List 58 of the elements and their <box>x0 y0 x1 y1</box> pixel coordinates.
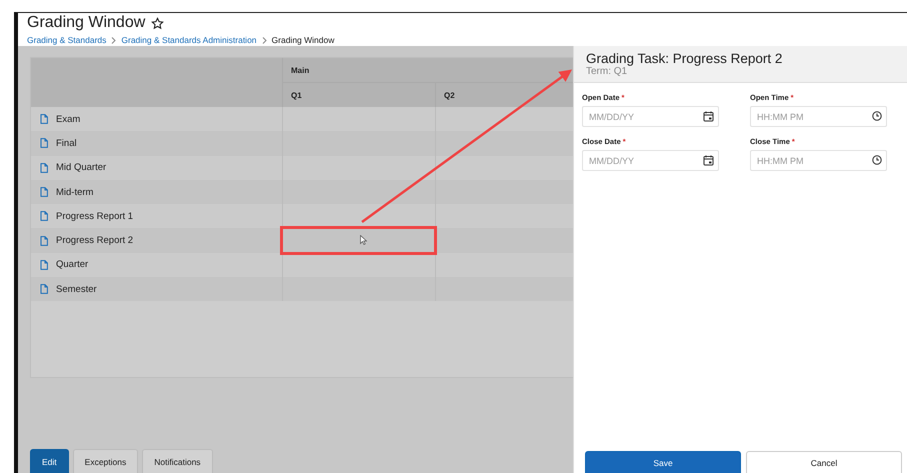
cancel-button[interactable]: Cancel <box>746 451 902 473</box>
grading-task-row[interactable]: Semester <box>31 277 282 302</box>
task-name: Progress Report 2 <box>56 235 134 246</box>
breadcrumb-link[interactable]: Grading & Standards <box>27 35 106 45</box>
document-icon <box>40 236 48 246</box>
calendar-icon[interactable] <box>703 155 714 166</box>
panel-subtitle: Term: Q1 <box>586 66 628 78</box>
page-title: Grading Window <box>27 14 146 32</box>
document-icon <box>40 284 48 294</box>
time-field[interactable]: HH:MM PM <box>750 106 887 127</box>
table-cell[interactable] <box>282 156 435 180</box>
task-name: Final <box>56 138 77 149</box>
document-icon <box>40 211 48 222</box>
grading-task-row[interactable]: Progress Report 2 <box>31 228 282 253</box>
calendar-icon[interactable] <box>703 111 714 122</box>
table-cell[interactable] <box>435 107 573 132</box>
column-header: Q1 <box>282 83 435 107</box>
table-cell[interactable] <box>435 277 573 302</box>
breadcrumb-link[interactable]: Grading & Standards Administration <box>121 35 257 45</box>
task-name: Quarter <box>56 259 88 270</box>
task-name: Mid Quarter <box>56 162 106 174</box>
task-name: Mid-term <box>56 186 94 198</box>
highlighted-table-cell[interactable] <box>282 228 435 253</box>
chevron-right-icon <box>111 36 116 44</box>
tab[interactable]: Edit <box>30 449 69 473</box>
table-cell[interactable] <box>282 107 435 132</box>
table-cell[interactable] <box>435 131 573 156</box>
document-icon <box>40 260 48 270</box>
document-icon <box>40 162 48 173</box>
date-field[interactable]: MM/DD/YY <box>582 150 719 171</box>
table-cell[interactable] <box>435 204 573 228</box>
date-field[interactable]: MM/DD/YY <box>582 106 719 127</box>
table-cell[interactable] <box>435 156 573 180</box>
document-icon <box>40 114 48 124</box>
breadcrumb-current: Grading Window <box>272 35 334 45</box>
task-name: Semester <box>56 284 97 295</box>
tab[interactable]: Exceptions <box>72 449 138 473</box>
grading-task-row[interactable]: Final <box>31 131 282 156</box>
column-header: Q2 <box>435 83 573 107</box>
panel-title: Grading Task: Progress Report 2 <box>586 51 784 66</box>
document-icon <box>40 187 48 198</box>
table-cell[interactable] <box>282 180 435 204</box>
clock-icon[interactable] <box>872 111 882 121</box>
grading-task-row[interactable]: Mid-term <box>31 180 282 204</box>
chevron-right-icon <box>262 36 267 44</box>
tab[interactable]: Notifications <box>142 449 213 473</box>
table-cell[interactable] <box>435 228 573 253</box>
table-cell[interactable] <box>435 180 573 204</box>
time-field[interactable]: HH:MM PM <box>750 150 887 171</box>
column-group-header: Main <box>282 58 573 83</box>
star-icon[interactable] <box>151 16 164 30</box>
task-name: Progress Report 1 <box>56 210 134 222</box>
task-name: Exam <box>56 114 80 125</box>
document-icon <box>40 138 48 148</box>
table-cell[interactable] <box>282 204 435 228</box>
clock-icon[interactable] <box>872 155 882 165</box>
cursor-icon <box>360 235 367 246</box>
save-button[interactable]: Save <box>585 451 741 473</box>
